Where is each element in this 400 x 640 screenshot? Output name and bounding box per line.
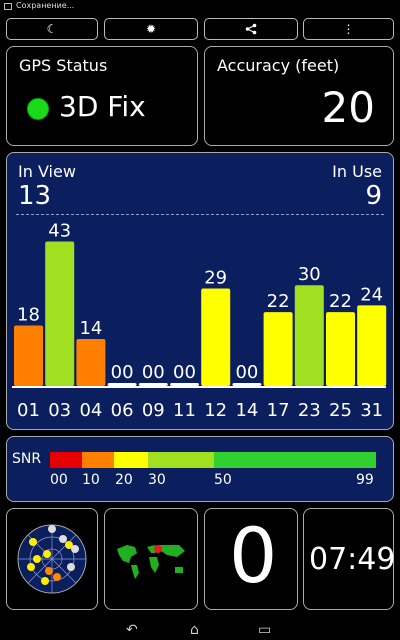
- satellite-id-label: 31: [360, 400, 383, 421]
- signal-bar: [170, 383, 199, 386]
- signal-bar: [45, 241, 75, 386]
- navigation-bar: ↶ ⌂ ▭: [0, 620, 400, 640]
- signal-bar: [76, 338, 106, 386]
- snr-segment-orange: [82, 452, 114, 468]
- snr-segment-green: [214, 452, 376, 468]
- satellite-id-label: 12: [204, 400, 227, 421]
- snr-segment-lime: [148, 452, 214, 468]
- satellite-id-label: 17: [267, 400, 290, 421]
- snr-tick-10: 10: [82, 472, 100, 488]
- signal-bar: [232, 383, 262, 386]
- snr-panel: [6, 436, 394, 502]
- signal-bar: [326, 312, 355, 386]
- bar-value-label: 22: [329, 291, 352, 312]
- distance-value: 0: [229, 511, 278, 600]
- satellite-id-label: 03: [48, 400, 71, 421]
- satellite-id-label: 01: [17, 400, 40, 421]
- signal-bar: [294, 285, 324, 386]
- satellite-signal-chart: 18 01 43 03 14 04 00 06 00 09 00 11 29 12 00 14 22 17 30 23…: [12, 221, 387, 421]
- world-map-panel[interactable]: [104, 508, 198, 610]
- signal-bar: [263, 312, 293, 386]
- bar-value-label: 29: [204, 268, 227, 289]
- snr-tick-99: 99: [356, 472, 374, 488]
- satellite-id-label: 14: [235, 400, 258, 421]
- bar-value-label: 00: [111, 362, 134, 383]
- snr-tick-30: 30: [148, 472, 166, 488]
- snr-label: SNR: [12, 451, 42, 467]
- bar-value-label: 00: [173, 362, 196, 383]
- signal-bar: [201, 288, 231, 386]
- signal-bar: [107, 383, 137, 386]
- distance-panel[interactable]: 0: [204, 508, 298, 610]
- satellite-id-label: 04: [79, 400, 102, 421]
- home-button-icon[interactable]: ⌂: [190, 622, 199, 638]
- snr-tick-00: 00: [50, 472, 68, 488]
- sky-plot-icon: [17, 524, 87, 594]
- bar-value-label: 00: [142, 362, 165, 383]
- snr-tick-50: 50: [214, 472, 232, 488]
- satellite-id-label: 09: [142, 400, 165, 421]
- world-map-icon: [113, 541, 189, 581]
- bar-value-label: 30: [298, 264, 321, 285]
- back-button-icon[interactable]: ↶: [126, 622, 138, 638]
- bar-value-label: 00: [235, 362, 258, 383]
- clock-time: 07:49: [309, 542, 396, 577]
- bar-value-label: 22: [267, 291, 290, 312]
- satellite-id-label: 06: [111, 400, 134, 421]
- signal-bar: [14, 325, 43, 386]
- satellite-id-label: 25: [329, 400, 352, 421]
- snr-tick-20: 20: [115, 472, 133, 488]
- bar-value-label: 18: [17, 305, 40, 326]
- signal-bar: [138, 383, 168, 386]
- bar-value-label: 43: [48, 221, 71, 242]
- satellite-id-label: 23: [298, 400, 321, 421]
- bar-value-label: 14: [79, 318, 102, 339]
- location-marker-icon: [154, 545, 162, 553]
- satellite-id-label: 11: [173, 400, 196, 421]
- bar-value-label: 24: [360, 284, 383, 305]
- recent-apps-button-icon[interactable]: ▭: [258, 622, 271, 638]
- snr-segment-yellow: [114, 452, 148, 468]
- clock-panel[interactable]: 07:49: [303, 508, 396, 610]
- snr-segment-red: [50, 452, 82, 468]
- signal-bar: [357, 305, 387, 386]
- sky-plot-panel[interactable]: [6, 508, 98, 610]
- chart-baseline: [12, 386, 386, 388]
